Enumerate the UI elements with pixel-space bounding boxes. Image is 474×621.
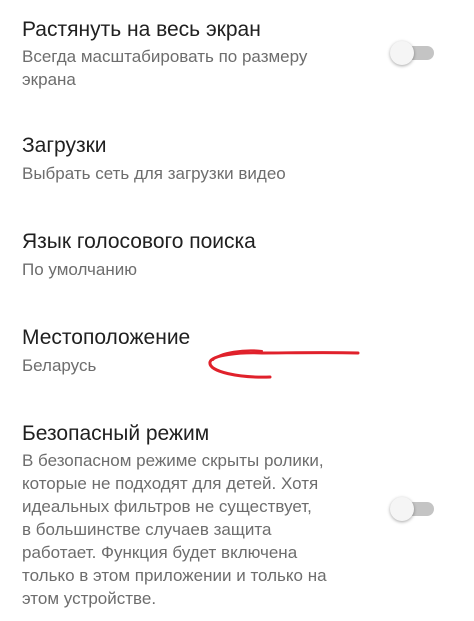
red-hand-drawn-arrow-icon bbox=[208, 349, 360, 379]
summary-line: в большинстве случаев защита bbox=[22, 520, 272, 539]
setting-location-title: Местоположение bbox=[22, 326, 191, 349]
summary-line: работает. Функция будет включена bbox=[22, 543, 298, 562]
summary-line: Всегда масштабировать по размеру bbox=[22, 47, 308, 66]
fullscreen-toggle[interactable] bbox=[390, 41, 434, 65]
safe-mode-toggle[interactable] bbox=[390, 497, 434, 521]
setting-downloads-summary: Выбрать сеть для загрузки видео bbox=[22, 164, 286, 183]
setting-location-summary: Беларусь bbox=[22, 356, 97, 375]
summary-line: экрана bbox=[22, 70, 76, 89]
setting-fullscreen-summary: Всегда масштабировать по размеру экрана bbox=[22, 45, 307, 91]
setting-voice-search-language-title: Язык голосового поиска bbox=[22, 230, 256, 253]
switch-thumb bbox=[390, 41, 414, 65]
switch-thumb bbox=[390, 497, 414, 521]
summary-line: этом устройстве. bbox=[22, 589, 157, 608]
summary-line: идеальных фильтров не существует, bbox=[22, 497, 312, 516]
summary-line: которые не подходят для детей. Хотя bbox=[22, 474, 319, 493]
summary-line: В безопасном режиме скрыты ролики, bbox=[22, 451, 324, 470]
setting-downloads-title: Загрузки bbox=[22, 134, 107, 157]
summary-line: только в этом приложении и только на bbox=[22, 566, 327, 585]
setting-fullscreen-title: Растянуть на весь экран bbox=[22, 18, 261, 41]
setting-safe-mode-title: Безопасный режим bbox=[22, 422, 210, 445]
setting-safe-mode-summary: В безопасном режиме скрыты ролики, котор… bbox=[22, 449, 327, 610]
setting-voice-search-language-summary: По умолчанию bbox=[22, 260, 137, 279]
